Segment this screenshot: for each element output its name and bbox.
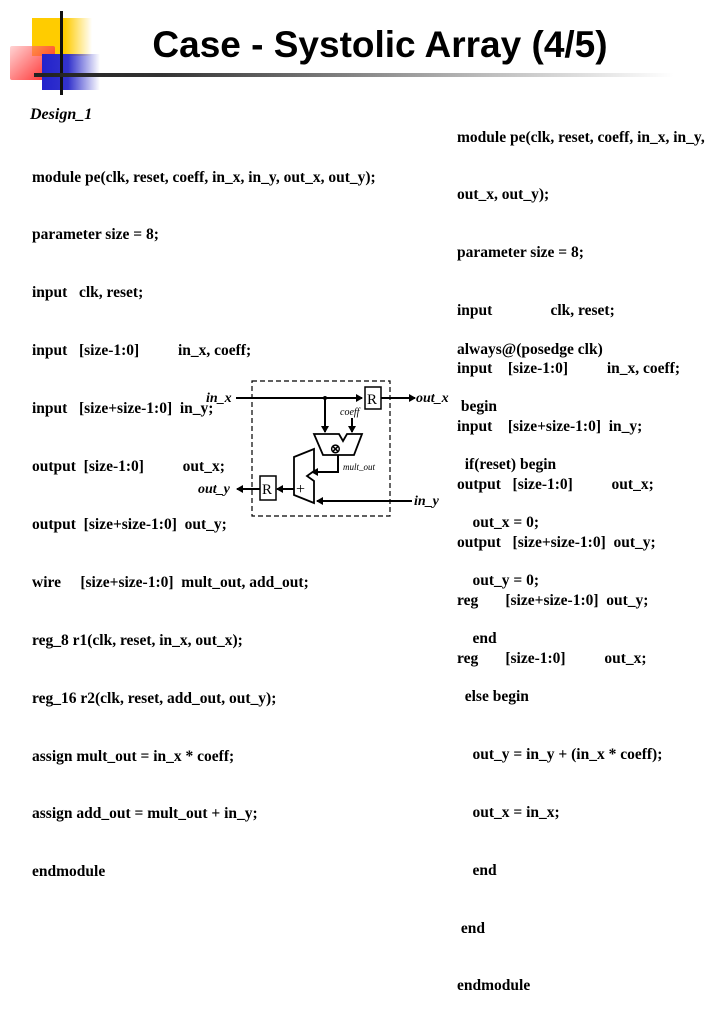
label-out-y: out_y — [198, 482, 231, 497]
logo-blue-square — [42, 54, 100, 90]
register-top-label: R — [367, 392, 377, 408]
code-line: parameter size = 8; — [32, 226, 159, 244]
code-line: input [size-1:0] in_x, coeff; — [32, 342, 252, 360]
code-line: module pe(clk, reset, coeff, in_x, in_y, — [457, 128, 705, 146]
logo-vertical-line — [60, 11, 63, 95]
title-underline — [34, 73, 674, 77]
code-line: wire [size+size-1:0] mult_out, add_out; — [32, 573, 309, 591]
label-in-x: in_x — [206, 391, 232, 406]
code-line: input clk, reset; — [32, 284, 144, 302]
label-coeff: coeff — [340, 407, 361, 418]
label-in-y: in_y — [414, 494, 440, 509]
code-line: endmodule — [32, 863, 106, 881]
code-line: out_x, out_y); — [457, 186, 550, 204]
code-line: assign mult_out = in_x * coeff; — [32, 747, 235, 765]
slide-title: Case - Systolic Array (4/5) — [152, 24, 608, 65]
code-line: endmodule — [457, 977, 531, 995]
code-line: assign add_out = mult_out + in_y; — [32, 805, 258, 823]
code-line: out_y = in_y + (in_x * coeff); — [457, 745, 663, 763]
code-line: begin — [457, 398, 498, 416]
wire-mult-out — [311, 455, 339, 476]
label-mult-out: mult_out — [343, 462, 376, 472]
code-line: module pe(clk, reset, coeff, in_x, in_y,… — [32, 168, 376, 186]
code-line: end — [457, 861, 497, 879]
code-line: out_x = 0; — [457, 514, 540, 532]
code-line: end — [457, 919, 485, 937]
multiplier-symbol: ⊗ — [330, 441, 341, 456]
code-line: out_y = 0; — [457, 572, 540, 590]
code-line: out_x = in_x; — [457, 803, 560, 821]
slide-logo — [0, 0, 120, 100]
code-line: if(reset) begin — [457, 456, 557, 474]
register-bottom-label: R — [262, 482, 272, 498]
label-out-x: out_x — [416, 391, 449, 406]
code-line: end — [457, 630, 497, 648]
code-line: parameter size = 8; — [457, 244, 584, 262]
code-block-right-always: always@(posedge clk) begin if(reset) beg… — [457, 301, 662, 1015]
code-line: reg_16 r2(clk, reset, add_out, out_y); — [32, 689, 277, 707]
adder-symbol: + — [296, 481, 305, 498]
pe-block-diagram: in_x R out_x coeff ⊗ mult_out + in_y R o… — [190, 375, 460, 525]
code-line: always@(posedge clk) — [457, 340, 603, 358]
code-line: reg_8 r1(clk, reset, in_x, out_x); — [32, 631, 243, 649]
design-label: Design_1 — [30, 106, 93, 123]
code-line: else begin — [457, 687, 529, 705]
